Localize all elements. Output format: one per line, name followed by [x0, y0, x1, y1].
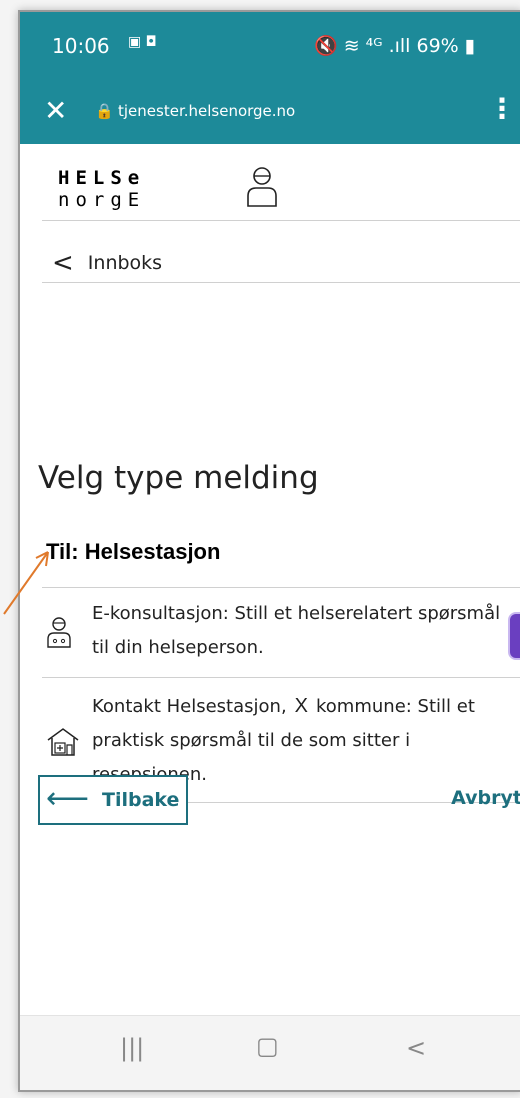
kebab-menu-icon[interactable]: ⋮	[488, 92, 516, 125]
nav-divider	[42, 282, 520, 283]
home-icon[interactable]: ▢	[256, 1032, 279, 1060]
recent-apps-icon[interactable]: |||	[120, 1034, 144, 1062]
logo-line2: norgE	[58, 189, 146, 211]
back-button[interactable]: ⟵ Tilbake	[38, 775, 188, 825]
signal-battery-icons: 🔇 ≋ ⁴ᴳ .ıll 69% ▮	[314, 35, 476, 57]
health-building-icon	[47, 728, 79, 756]
option-e-konsultasjon[interactable]: E-konsultasjon: Still et helserelatert s…	[20, 587, 520, 677]
option-e-konsultasjon-line1: E-konsultasjon: Still et helserelatert s…	[92, 603, 501, 624]
back-icon[interactable]: <	[406, 1034, 426, 1062]
url-text: tjenester.helsenorge.no	[118, 102, 296, 120]
helsenorge-logo[interactable]: HELSe norgE	[58, 167, 145, 211]
option-kontakt-line2: praktisk spørsmål til de som sitter i	[92, 730, 411, 751]
phone-screen: 10:06 ▣ ◘ 🔇 ≋ ⁴ᴳ .ıll 69% ▮ ✕ 🔒 tjeneste…	[18, 10, 520, 1092]
option-e-konsultasjon-line2: til din helseperson.	[92, 637, 264, 658]
redacted-x-mark: X	[294, 695, 309, 717]
option-kontakt-text-b: kommune: Still et	[316, 696, 475, 717]
option-kontakt-text-a: Kontakt Helsestasjon,	[92, 696, 287, 717]
android-nav-bar: ||| ▢ <	[20, 1015, 520, 1090]
doctor-icon	[47, 617, 71, 648]
lock-icon: 🔒	[95, 102, 114, 120]
status-bar: 10:06 ▣ ◘ 🔇 ≋ ⁴ᴳ .ıll 69% ▮	[20, 12, 520, 82]
notification-icons: ▣ ◘	[128, 34, 157, 50]
inbox-label: Innboks	[87, 252, 163, 274]
floating-side-tab[interactable]	[508, 612, 520, 660]
header-divider	[42, 220, 520, 221]
browser-url-bar: ✕ 🔒 tjenester.helsenorge.no ⋮	[20, 82, 520, 144]
cancel-button[interactable]: Avbryt	[451, 787, 520, 809]
user-profile-icon[interactable]	[245, 164, 279, 208]
annotation-arrow-icon	[3, 551, 49, 615]
status-time: 10:06	[52, 34, 110, 58]
back-button-label: Tilbake	[102, 789, 180, 811]
recipient-label: Til: Helsestasjon	[46, 539, 221, 564]
page-title: Velg type melding	[38, 460, 319, 496]
chevron-left-icon: <	[52, 248, 74, 278]
logo-line1: HELSe	[58, 167, 146, 189]
arrow-left-icon: ⟵	[46, 781, 90, 816]
close-icon[interactable]: ✕	[44, 94, 67, 127]
inbox-back-link[interactable]: < Innboks	[52, 248, 162, 278]
